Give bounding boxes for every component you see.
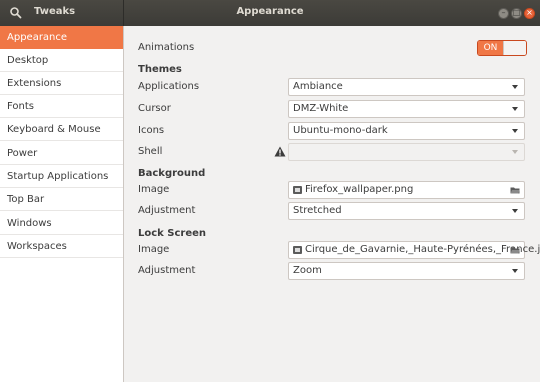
header-bar: Tweaks Appearance – □ × bbox=[0, 0, 540, 26]
sidebar-item-workspaces[interactable]: Workspaces bbox=[0, 235, 123, 258]
image-file-icon bbox=[293, 186, 302, 194]
lock-screen-adjustment-label: Adjustment bbox=[138, 265, 196, 276]
animations-toggle[interactable]: ON bbox=[477, 40, 527, 56]
sidebar-item-desktop[interactable]: Desktop bbox=[0, 49, 123, 72]
warning-icon bbox=[274, 146, 286, 157]
cursor-label: Cursor bbox=[138, 103, 171, 114]
background-image-label: Image bbox=[138, 184, 170, 195]
applications-theme-select[interactable]: Ambiance bbox=[288, 78, 525, 96]
sidebar-item-top-bar[interactable]: Top Bar bbox=[0, 188, 123, 211]
themes-heading: Themes bbox=[138, 64, 182, 75]
cursor-theme-value: DMZ-White bbox=[293, 103, 349, 114]
folder-open-icon bbox=[510, 185, 520, 195]
background-adjustment-value: Stretched bbox=[293, 205, 342, 216]
background-image-chooser[interactable]: Firefox_wallpaper.png bbox=[288, 181, 525, 199]
sidebar-item-startup-applications[interactable]: Startup Applications bbox=[0, 165, 123, 188]
lock-screen-heading: Lock Screen bbox=[138, 228, 207, 239]
lock-screen-adjustment-value: Zoom bbox=[293, 265, 322, 276]
animations-label: Animations bbox=[138, 42, 195, 53]
appearance-panel: Animations ON Themes Applications Ambian… bbox=[124, 26, 540, 382]
lock-screen-image-chooser[interactable]: Cirque_de_Gavarnie,_Haute-Pyrénées,_Fran… bbox=[288, 241, 540, 259]
window-bottom-edge bbox=[0, 382, 540, 386]
lock-screen-adjustment-select[interactable]: Zoom bbox=[288, 262, 525, 280]
app-title: Tweaks bbox=[34, 6, 76, 17]
page-title: Appearance bbox=[236, 6, 304, 17]
chevron-down-icon bbox=[512, 269, 518, 273]
folder-open-icon bbox=[510, 245, 520, 255]
background-heading: Background bbox=[138, 168, 206, 179]
applications-theme-value: Ambiance bbox=[293, 81, 343, 92]
icons-theme-select[interactable]: Ubuntu-mono-dark bbox=[288, 122, 525, 140]
applications-label: Applications bbox=[138, 81, 200, 92]
sidebar-item-fonts[interactable]: Fonts bbox=[0, 95, 123, 118]
chevron-down-icon bbox=[512, 85, 518, 89]
cursor-theme-select[interactable]: DMZ-White bbox=[288, 100, 525, 118]
chevron-down-icon bbox=[512, 150, 518, 154]
minimize-icon[interactable]: – bbox=[498, 8, 509, 19]
toggle-knob bbox=[503, 41, 526, 55]
chevron-down-icon bbox=[512, 129, 518, 133]
search-icon[interactable] bbox=[7, 4, 25, 22]
image-file-icon bbox=[293, 246, 302, 254]
sidebar-item-extensions[interactable]: Extensions bbox=[0, 72, 123, 95]
icons-label: Icons bbox=[138, 125, 165, 136]
sidebar-item-appearance[interactable]: Appearance bbox=[0, 26, 123, 49]
sidebar: Appearance Desktop Extensions Fonts Keyb… bbox=[0, 26, 124, 382]
sidebar-item-windows[interactable]: Windows bbox=[0, 212, 123, 235]
chevron-down-icon bbox=[512, 107, 518, 111]
background-adjustment-select[interactable]: Stretched bbox=[288, 202, 525, 220]
shell-theme-select bbox=[288, 143, 525, 161]
toggle-on-text: ON bbox=[478, 41, 503, 55]
background-adjustment-label: Adjustment bbox=[138, 205, 196, 216]
sidebar-item-power[interactable]: Power bbox=[0, 142, 123, 165]
chevron-down-icon bbox=[512, 209, 518, 213]
header-separator bbox=[123, 0, 124, 26]
shell-label: Shell bbox=[138, 146, 163, 157]
lock-screen-image-filename: Cirque_de_Gavarnie,_Haute-Pyrénées,_Fran… bbox=[305, 244, 540, 255]
background-image-filename: Firefox_wallpaper.png bbox=[305, 184, 414, 195]
maximize-icon[interactable]: □ bbox=[511, 8, 522, 19]
sidebar-item-keyboard-mouse[interactable]: Keyboard & Mouse bbox=[0, 118, 123, 141]
icons-theme-value: Ubuntu-mono-dark bbox=[293, 125, 388, 136]
close-icon[interactable]: × bbox=[524, 8, 535, 19]
lock-screen-image-label: Image bbox=[138, 244, 170, 255]
tweaks-window: Tweaks Appearance – □ × Appearance Deskt… bbox=[0, 0, 540, 386]
